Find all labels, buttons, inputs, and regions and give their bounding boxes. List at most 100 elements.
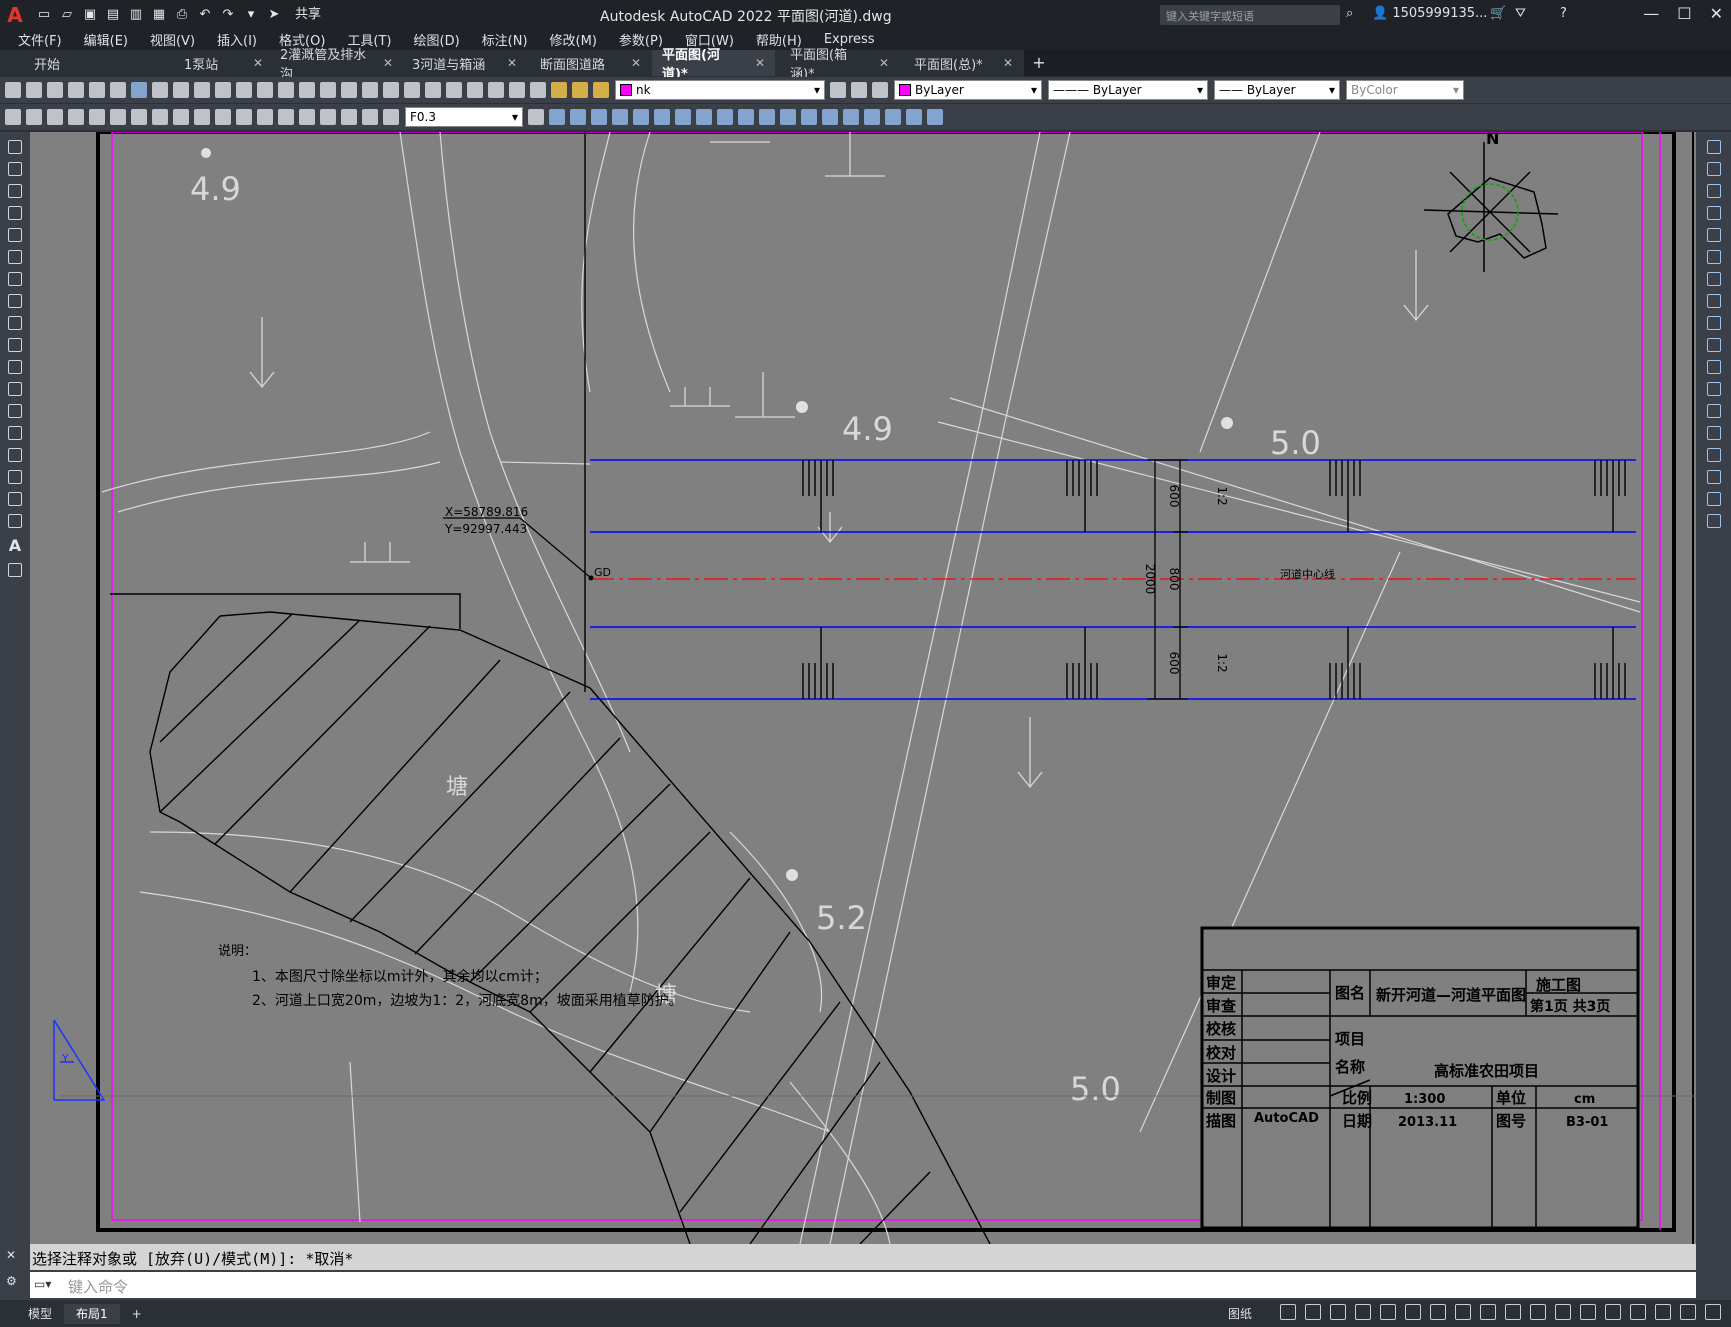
open-web-icon[interactable]: ▥	[128, 7, 144, 23]
autocad-logo-icon[interactable]: A	[0, 3, 30, 27]
fillet-icon[interactable]	[822, 109, 838, 125]
match-prop-icon[interactable]	[215, 82, 231, 98]
lock-ui-icon[interactable]	[1630, 1304, 1646, 1320]
tolerance-icon[interactable]	[278, 109, 294, 125]
search-icon[interactable]: ⌕	[1346, 6, 1353, 21]
layer-properties-icon[interactable]	[530, 82, 546, 98]
layer-dropdown[interactable]: nk ▾	[615, 80, 825, 100]
chamfer-icon[interactable]	[801, 109, 817, 125]
object-snap-icon[interactable]	[1405, 1304, 1421, 1320]
transparency-icon[interactable]	[1455, 1304, 1471, 1320]
close-icon[interactable]: ✕	[383, 56, 393, 70]
close-icon[interactable]: ✕	[1003, 56, 1013, 70]
qnew-icon[interactable]	[5, 82, 21, 98]
customize-icon[interactable]: ▾	[243, 7, 259, 23]
menu-file[interactable]: 文件(F)	[18, 30, 62, 49]
array-icon[interactable]	[612, 109, 628, 125]
redo-icon[interactable]: ↷	[220, 7, 236, 23]
plotstyle-dropdown[interactable]: ByColor ▾	[1346, 80, 1464, 100]
explode-icon[interactable]	[843, 109, 859, 125]
block-editor-icon[interactable]	[236, 82, 252, 98]
save-as-icon[interactable]: ▤	[105, 7, 121, 23]
gradient-icon[interactable]	[8, 470, 22, 484]
markup-icon[interactable]	[467, 82, 483, 98]
plot-icon[interactable]: ⎙	[174, 7, 190, 23]
ellipse-arc-icon[interactable]	[8, 360, 22, 374]
menu-parametric[interactable]: 参数(P)	[619, 30, 663, 49]
polygon-icon[interactable]	[8, 206, 22, 220]
menu-modify[interactable]: 修改(M)	[550, 30, 597, 49]
sheet-set-icon[interactable]	[446, 82, 462, 98]
menu-insert[interactable]: 插入(I)	[217, 30, 257, 49]
zoom-window-icon[interactable]	[341, 82, 357, 98]
move-icon[interactable]	[633, 109, 649, 125]
make-current-layer-icon[interactable]	[830, 82, 846, 98]
cut-icon[interactable]	[152, 82, 168, 98]
make-block-icon[interactable]	[8, 404, 22, 418]
user-account[interactable]: 👤 1505999135...	[1372, 6, 1487, 21]
jogged-linear-icon[interactable]	[341, 109, 357, 125]
undo-icon[interactable]	[257, 82, 273, 98]
customize-command-icon[interactable]: ⚙	[6, 1274, 17, 1288]
spline-icon[interactable]	[8, 316, 22, 330]
break-icon[interactable]	[1706, 404, 1721, 418]
search-input[interactable]: 键入关键字或短语	[1160, 5, 1340, 25]
arc-length-icon[interactable]	[47, 109, 63, 125]
circle-icon[interactable]	[8, 272, 22, 286]
selection-cycling-icon[interactable]	[1480, 1304, 1496, 1320]
tab-irrigation[interactable]: 2灌溉管及排水沟 ✕	[274, 48, 404, 82]
join-icon[interactable]	[1706, 426, 1721, 440]
trim-icon[interactable]	[717, 109, 733, 125]
jogged-icon[interactable]	[110, 109, 126, 125]
ordinate-icon[interactable]	[68, 109, 84, 125]
tab-plan-river[interactable]: 平面图(河道)* ✕	[652, 48, 776, 82]
break-icon[interactable]	[759, 109, 775, 125]
workspace-icon[interactable]	[1530, 1304, 1546, 1320]
paste-icon[interactable]	[194, 82, 210, 98]
chamfer-icon[interactable]	[1706, 448, 1721, 462]
open-icon[interactable]: ▱	[59, 7, 75, 23]
group-icon[interactable]	[864, 109, 880, 125]
offset-icon[interactable]	[591, 109, 607, 125]
share-button[interactable]: 共享	[295, 7, 321, 23]
linetype-dropdown[interactable]: ——— ByLayer ▾	[1048, 80, 1208, 100]
redo-icon[interactable]	[278, 82, 294, 98]
3d-print-icon[interactable]	[131, 82, 147, 98]
design-center-icon[interactable]	[404, 82, 420, 98]
dim-style-dropdown[interactable]: F0.3 ▾	[405, 107, 523, 127]
dim-text-edit-icon[interactable]	[383, 109, 399, 125]
offset-icon[interactable]	[1706, 206, 1721, 220]
move-icon[interactable]	[1706, 250, 1721, 264]
customize-status-icon[interactable]	[1705, 1304, 1721, 1320]
fullscreen-icon[interactable]	[1680, 1304, 1696, 1320]
properties-icon[interactable]	[383, 82, 399, 98]
dim-style-manager-icon[interactable]	[528, 109, 544, 125]
block-icon[interactable]	[927, 109, 943, 125]
quick-properties-icon[interactable]	[1605, 1304, 1621, 1320]
quick-dim-icon[interactable]	[173, 109, 189, 125]
maximize-icon[interactable]: ☐	[1677, 4, 1691, 23]
draw-order-icon[interactable]	[906, 109, 922, 125]
rotate-icon[interactable]	[654, 109, 670, 125]
units-icon[interactable]	[1580, 1304, 1596, 1320]
stretch-icon[interactable]	[696, 109, 712, 125]
paper-space-label[interactable]: 图纸	[1228, 1305, 1252, 1322]
trim-icon[interactable]	[1706, 338, 1721, 352]
tab-river-culvert[interactable]: 3河道与箱涵 ✕	[404, 50, 528, 76]
add-selected-icon[interactable]	[8, 563, 22, 577]
baseline-icon[interactable]	[194, 109, 210, 125]
array-icon[interactable]	[1706, 228, 1721, 242]
angular-icon[interactable]	[152, 109, 168, 125]
join-icon[interactable]	[780, 109, 796, 125]
publish-icon[interactable]	[110, 82, 126, 98]
erase-icon[interactable]	[1706, 140, 1721, 154]
help-icon[interactable]	[509, 82, 525, 98]
extend-icon[interactable]	[738, 109, 754, 125]
lineweight-dropdown[interactable]: —— ByLayer ▾	[1214, 80, 1340, 100]
mtext-icon[interactable]: A	[0, 536, 30, 555]
copy-icon[interactable]	[173, 82, 189, 98]
extend-icon[interactable]	[1706, 360, 1721, 374]
continue-icon[interactable]	[215, 109, 231, 125]
isolate-objects-icon[interactable]	[1655, 1304, 1671, 1320]
inspection-icon[interactable]	[320, 109, 336, 125]
